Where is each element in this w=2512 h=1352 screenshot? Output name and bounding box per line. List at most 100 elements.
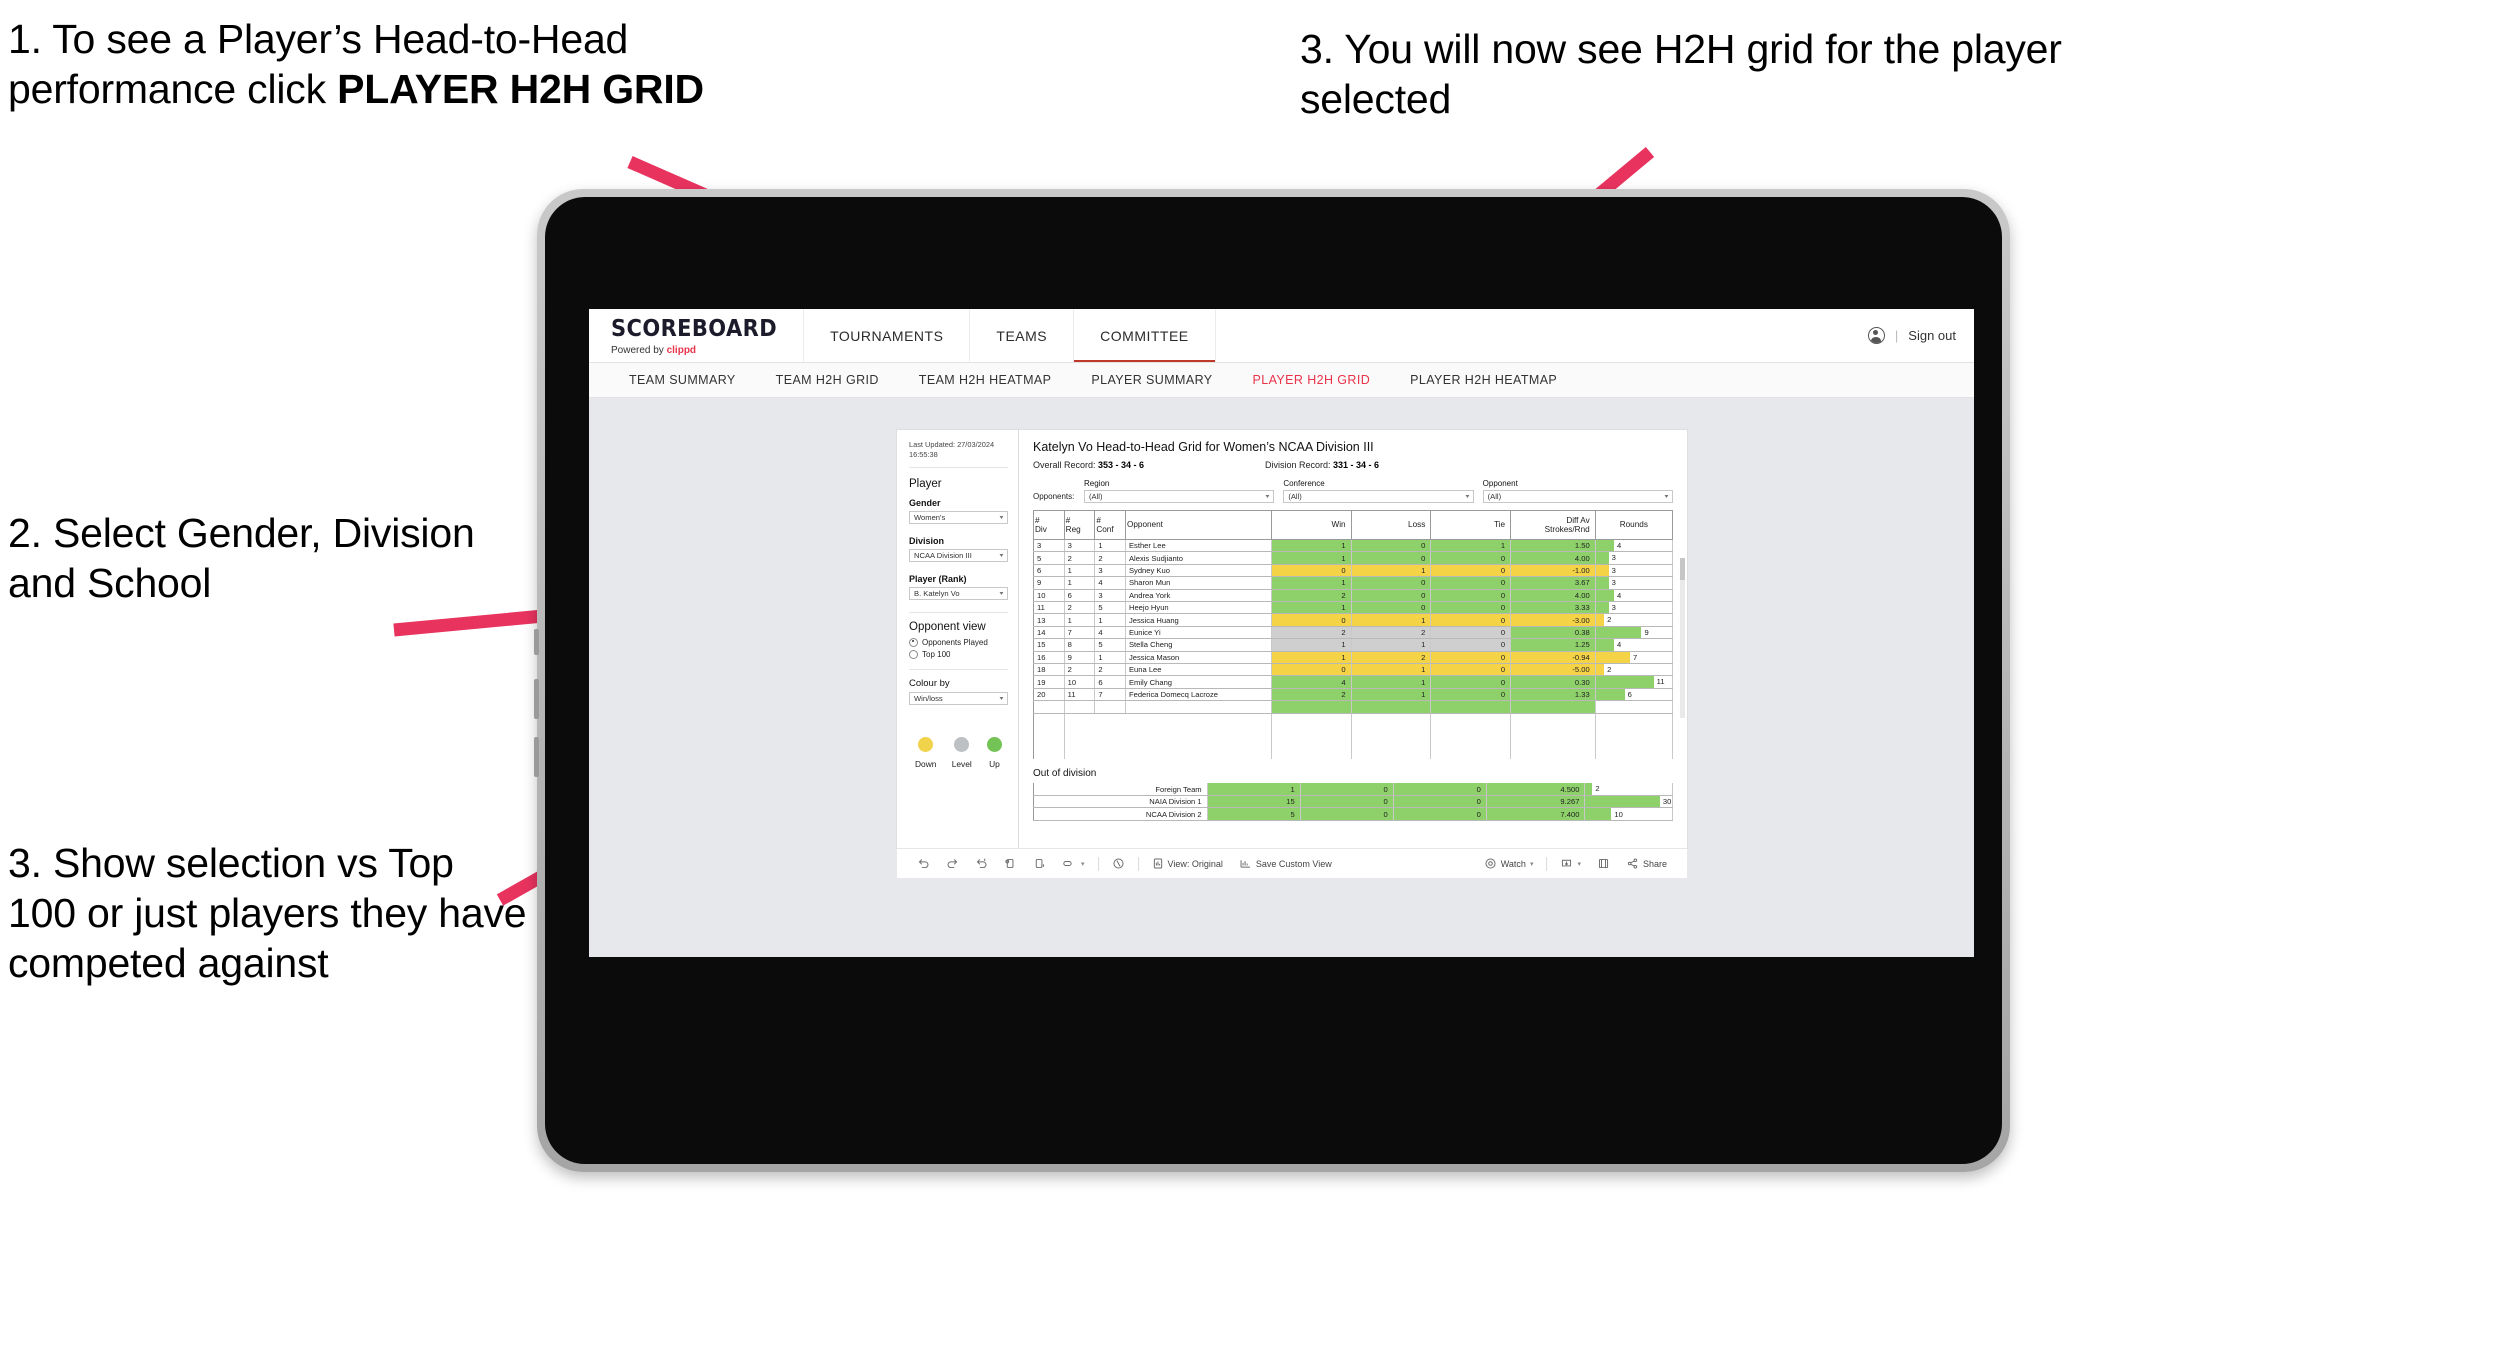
table-row[interactable]: 18 2 2 Euna Lee 0 1 0 -5.00 2: [1033, 663, 1674, 677]
brand-name: SCOREBOARD: [611, 314, 778, 341]
region-filter: Region (All) ▾: [1084, 479, 1275, 503]
table-row[interactable]: 6 1 3 Sydney Kuo 0 1 0 -1.00 3: [1033, 564, 1674, 578]
table-row-partial[interactable]: [1033, 700, 1674, 714]
table-row[interactable]: 10 6 3 Andrea York 2 0 0 4.00 4: [1033, 589, 1674, 603]
colour-by-select[interactable]: Win/loss ▾: [909, 691, 1008, 705]
refresh-data-button[interactable]: [996, 857, 1025, 870]
reset-filters-button[interactable]: [1104, 857, 1133, 870]
table-row[interactable]: 9 1 4 Sharon Mun 1 0 0 3.67 3: [1033, 576, 1674, 590]
user-icon[interactable]: [1867, 327, 1885, 344]
cell-rounds: 2: [1594, 663, 1674, 677]
col-reg[interactable]: # Reg: [1063, 510, 1096, 540]
table-vertical-scrollbar[interactable]: [1680, 558, 1685, 718]
col-opponent[interactable]: Opponent: [1124, 510, 1272, 540]
cell-empty: [1033, 725, 1065, 737]
table-row[interactable]: 11 2 5 Heejo Hyun 1 0 0 3.33 3: [1033, 601, 1674, 615]
cell-diff-av-strokes: 0.30: [1510, 675, 1596, 689]
cell-empty: [1033, 747, 1065, 760]
cell-reg: 3: [1063, 539, 1096, 553]
player-rank-select[interactable]: B. Katelyn Vo ▾: [909, 586, 1008, 600]
view-original-button[interactable]: View: Original: [1144, 857, 1231, 870]
subnav-item-player-h2h-grid[interactable]: PLAYER H2H GRID: [1233, 373, 1391, 387]
division-filter: Division NCAA Division III ▾: [909, 536, 1008, 562]
table-row[interactable]: 5 2 2 Alexis Sudjianto 1 0 0 4.00 3: [1033, 551, 1674, 565]
table-row[interactable]: 15 8 5 Stella Cheng 1 1 0 1.25 4: [1033, 638, 1674, 652]
rounds-value: 4: [1617, 590, 1622, 600]
download-button[interactable]: ▾: [1552, 857, 1589, 870]
legend-item-level: Level: [952, 736, 972, 769]
radio-opponents-played-label: Opponents Played: [922, 637, 988, 647]
revert-button[interactable]: [967, 857, 996, 870]
share-button[interactable]: Share: [1618, 857, 1675, 870]
radio-opponents-played[interactable]: Opponents Played: [909, 637, 1008, 647]
subnav-item-player-h2h-heatmap[interactable]: PLAYER H2H HEATMAP: [1390, 373, 1577, 387]
watch-button[interactable]: Watch ▾: [1476, 857, 1542, 870]
colour-by-value: Win/loss: [914, 693, 943, 703]
topnav-item-committee[interactable]: COMMITTEE: [1074, 309, 1216, 362]
subnav-item-player-summary[interactable]: PLAYER SUMMARY: [1071, 373, 1232, 387]
col-loss[interactable]: Loss: [1350, 510, 1432, 540]
cell-loss: 0: [1350, 539, 1432, 553]
table-row[interactable]: 19 10 6 Emily Chang 4 1 0 0.30 11: [1033, 675, 1674, 689]
out-of-division-row[interactable]: NAIA Division 1 15 0 0 9.267 30: [1033, 795, 1673, 809]
brand-tagline-link[interactable]: clippd: [667, 345, 696, 356]
cell-win: 1: [1270, 539, 1352, 553]
cell-reg: 9: [1063, 651, 1096, 665]
save-custom-view-button[interactable]: Save Custom View: [1231, 857, 1340, 870]
highlight-button[interactable]: ▾: [1054, 857, 1093, 870]
division-record-label: Division Record:: [1265, 460, 1334, 470]
col-win[interactable]: Win: [1270, 510, 1352, 540]
region-select[interactable]: (All) ▾: [1084, 490, 1275, 503]
conference-select[interactable]: (All) ▾: [1283, 490, 1474, 503]
table-row[interactable]: 13 1 1 Jessica Huang 0 1 0 -3.00 2: [1033, 613, 1674, 627]
colour-by-label: Colour by: [909, 677, 950, 689]
division-select[interactable]: NCAA Division III ▾: [909, 548, 1008, 562]
out-of-division-row[interactable]: Foreign Team 1 0 0 4.500 2: [1033, 783, 1673, 796]
brand-logo[interactable]: SCOREBOARD Powered by clippd: [589, 309, 805, 362]
conference-value: (All): [1288, 492, 1302, 501]
cell-empty: [1094, 713, 1126, 726]
col-conf[interactable]: # Conf: [1094, 510, 1126, 540]
sidebar-divider: [909, 668, 1008, 670]
col-tie[interactable]: Tie: [1430, 510, 1512, 540]
table-row[interactable]: 20 11 7 Federica Domecq Lacroze 2 1 0 1.33 6: [1033, 688, 1674, 702]
topnav-item-tournaments[interactable]: TOURNAMENTS: [804, 309, 971, 362]
cell-opponent: [1124, 700, 1272, 714]
undo-button[interactable]: [909, 857, 938, 870]
cell-conf: 1: [1094, 613, 1126, 627]
rounds-value: 3: [1611, 578, 1616, 588]
sign-out-link[interactable]: Sign out: [1908, 328, 1956, 343]
fullscreen-button[interactable]: [1589, 857, 1618, 870]
col-diff-av-strokes[interactable]: Diff Av Strokes/Rnd: [1510, 510, 1596, 540]
radio-top-100[interactable]: Top 100: [909, 649, 1008, 659]
out-of-division-row[interactable]: NCAA Division 2 5 0 0 7.400 10: [1033, 807, 1673, 821]
subnav-item-team-h2h-grid[interactable]: TEAM H2H GRID: [756, 373, 899, 387]
rounds-bar: [1595, 664, 1605, 676]
cell-empty: [1594, 725, 1674, 737]
pause-updates-button[interactable]: [1025, 857, 1054, 870]
opponent-select[interactable]: (All) ▾: [1482, 490, 1673, 503]
sub-navigation: TEAM SUMMARY TEAM H2H GRID TEAM H2H HEAT…: [589, 363, 1974, 398]
topnav-item-teams[interactable]: TEAMS: [970, 309, 1075, 362]
col-rounds[interactable]: Rounds: [1594, 510, 1674, 540]
table-row[interactable]: 14 7 4 Eunice Yi 2 2 0 0.38 9: [1033, 626, 1674, 640]
redo-button[interactable]: [938, 857, 967, 870]
view-original-label: View: Original: [1167, 858, 1223, 869]
out-of-division-title: Out of division: [1033, 768, 1097, 780]
region-value: (All): [1089, 492, 1103, 501]
scrollbar-thumb[interactable]: [1680, 558, 1685, 580]
table-row[interactable]: 16 9 1 Jessica Mason 1 2 0 -0.94 7: [1033, 651, 1674, 665]
cell-diff-av-strokes: 1.50: [1510, 539, 1596, 553]
cell-empty: [1064, 725, 1095, 737]
col-div[interactable]: # Div: [1033, 510, 1065, 540]
subnav-item-team-h2h-heatmap[interactable]: TEAM H2H HEATMAP: [899, 373, 1072, 387]
cell-div: [1033, 700, 1065, 714]
table-row[interactable]: 3 3 1 Esther Lee 1 0 1 1.50 4: [1033, 539, 1674, 553]
cell-div: 5: [1033, 551, 1065, 565]
rounds-bar: [1595, 639, 1614, 651]
player-rank-filter: Player (Rank) B. Katelyn Vo ▾: [909, 574, 1008, 600]
gender-select[interactable]: Women's ▾: [909, 510, 1008, 524]
cell-empty: [1594, 747, 1674, 760]
subnav-item-team-summary[interactable]: TEAM SUMMARY: [609, 373, 756, 387]
h2h-grid-table: # Div # Reg # Conf Opponent Win Loss Tie Di…: [1033, 510, 1674, 760]
